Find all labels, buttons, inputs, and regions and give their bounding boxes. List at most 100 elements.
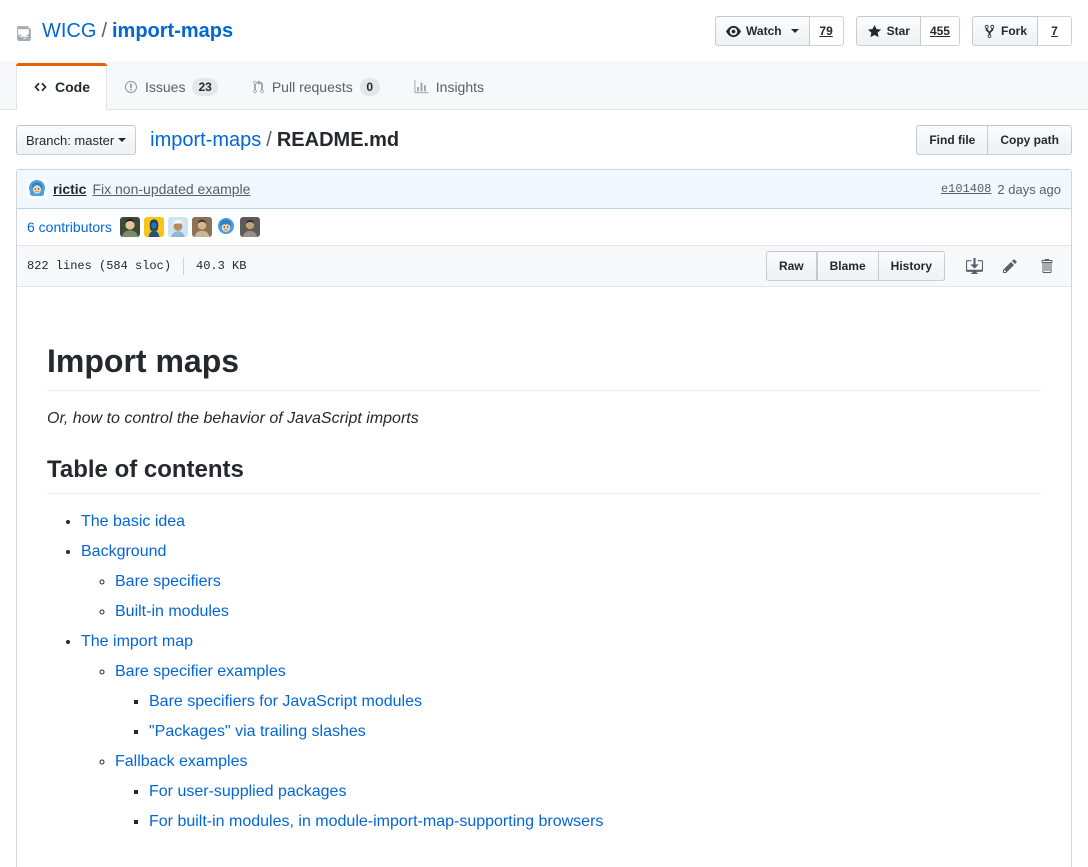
file-meta-divider bbox=[183, 257, 185, 275]
toc-item: Built-in modules bbox=[115, 600, 1041, 624]
contributors-link[interactable]: 6 contributors bbox=[27, 219, 112, 235]
file-content-box: 822 lines (584 sloc) 40.3 KB Raw Blame H… bbox=[16, 246, 1072, 867]
watch-label: Watch bbox=[746, 24, 782, 38]
toc-link[interactable]: Bare specifiers bbox=[115, 573, 221, 590]
contributor-avatar-6[interactable] bbox=[239, 217, 260, 237]
toc-list: The basic ideaBackgroundBare specifiersB… bbox=[47, 510, 1041, 834]
watch-button[interactable]: Watch bbox=[715, 16, 810, 46]
branch-select-button[interactable]: Branch: master bbox=[16, 125, 137, 155]
page-title: Import maps bbox=[47, 341, 1041, 391]
commit-sha[interactable]: e101408 bbox=[941, 182, 991, 196]
trash-icon[interactable] bbox=[1031, 251, 1061, 281]
latest-commit-box: rictic Fix non-updated example e101408 2… bbox=[16, 169, 1072, 246]
toc-item: Bare specifiers bbox=[115, 570, 1041, 594]
contributor-avatar-5[interactable] bbox=[215, 217, 236, 237]
toc-item: Fallback examples For user-supplied packa… bbox=[115, 750, 1041, 834]
file-view-button-group: Raw Blame History bbox=[765, 251, 945, 281]
watch-button-group: Watch 79 bbox=[715, 16, 844, 46]
tab-pull-requests[interactable]: Pull requests 0 bbox=[235, 63, 397, 110]
breadcrumb-filename: README.md bbox=[276, 128, 400, 151]
fork-icon bbox=[983, 24, 996, 39]
history-button[interactable]: History bbox=[878, 251, 945, 281]
repo-book-icon bbox=[16, 24, 33, 41]
readme-subtitle: Or, how to control the behavior of JavaS… bbox=[47, 407, 1041, 431]
tab-issues[interactable]: Issues 23 bbox=[107, 63, 235, 110]
toc-item: For built-in modules, in module-import-m… bbox=[149, 810, 1041, 834]
toc-sublist: Bare specifiers Built-in modules bbox=[81, 570, 1041, 624]
copy-path-button[interactable]: Copy path bbox=[988, 125, 1072, 155]
contributor-avatar-1[interactable] bbox=[119, 217, 140, 237]
commit-message[interactable]: Fix non-updated example bbox=[92, 181, 250, 197]
code-icon bbox=[33, 80, 48, 94]
toc-item: Bare specifier examples Bare specifiers f… bbox=[115, 660, 1041, 744]
tab-code[interactable]: Code bbox=[16, 63, 107, 110]
star-count[interactable]: 455 bbox=[920, 16, 960, 46]
breadcrumb-separator: / bbox=[266, 128, 272, 151]
contributor-avatars bbox=[119, 217, 260, 237]
toc-item: Background Bare specifiers Built-in module… bbox=[81, 540, 1041, 624]
contributor-avatar-2[interactable] bbox=[143, 217, 164, 237]
watch-count[interactable]: 79 bbox=[809, 16, 844, 46]
toc-item: Bare specifiers for JavaScript modules bbox=[149, 690, 1041, 714]
tab-pull-requests-label: Pull requests bbox=[271, 79, 353, 95]
toc-sublist: For user-supplied packages For built-in m… bbox=[115, 780, 1041, 834]
fork-count[interactable]: 7 bbox=[1038, 16, 1072, 46]
chevron-down-icon bbox=[118, 138, 127, 142]
breadcrumb: import-maps / README.md bbox=[150, 129, 399, 152]
pencil-icon[interactable] bbox=[995, 251, 1025, 281]
repo-name-link[interactable]: import-maps bbox=[112, 19, 233, 43]
commit-author-name[interactable]: rictic bbox=[53, 181, 86, 197]
fork-label: Fork bbox=[1000, 24, 1027, 38]
toc-item: The basic idea bbox=[81, 510, 1041, 534]
tab-issues-count: 23 bbox=[192, 78, 218, 96]
file-navigation: Branch: master import-maps / README.md F… bbox=[0, 110, 1088, 169]
latest-commit-left: rictic Fix non-updated example bbox=[27, 179, 250, 199]
toc-link[interactable]: Bare specifier examples bbox=[115, 663, 286, 680]
contributor-avatar-3[interactable] bbox=[167, 217, 188, 237]
tab-insights[interactable]: Insights bbox=[397, 63, 501, 110]
toc-link[interactable]: For user-supplied packages bbox=[149, 783, 346, 800]
star-icon bbox=[867, 24, 882, 39]
breadcrumb-repo-link[interactable]: import-maps bbox=[150, 129, 261, 152]
toc-link[interactable]: Bare specifiers for JavaScript modules bbox=[149, 693, 422, 710]
fork-button[interactable]: Fork bbox=[971, 16, 1038, 46]
repo-social-actions: Watch 79 Star 455 Fork 7 bbox=[715, 16, 1072, 46]
blame-button[interactable]: Blame bbox=[816, 251, 879, 281]
find-file-button[interactable]: Find file bbox=[916, 125, 989, 155]
repo-title: WICG / import-maps bbox=[16, 19, 233, 43]
toc-item: "Packages" via trailing slashes bbox=[149, 720, 1041, 744]
fork-button-group: Fork 7 bbox=[971, 16, 1072, 46]
toc-link[interactable]: Fallback examples bbox=[115, 753, 248, 770]
toc-link[interactable]: Built-in modules bbox=[115, 603, 229, 620]
file-meta-bar: 822 lines (584 sloc) 40.3 KB Raw Blame H… bbox=[17, 246, 1071, 287]
tab-code-label: Code bbox=[55, 79, 90, 95]
toc-link[interactable]: For built-in modules, in module-import-m… bbox=[149, 813, 603, 830]
desktop-download-icon[interactable] bbox=[959, 251, 989, 281]
toc-link[interactable]: The basic idea bbox=[81, 513, 185, 530]
commit-author-avatar[interactable] bbox=[27, 179, 47, 199]
repo-nav-tabs: Code Issues 23 Pull requests 0 Insights bbox=[16, 63, 501, 110]
file-navigation-left: Branch: master import-maps / README.md bbox=[16, 125, 399, 155]
star-label: Star bbox=[886, 24, 910, 38]
issue-opened-icon bbox=[124, 80, 138, 94]
toc-link[interactable]: The import map bbox=[81, 633, 193, 650]
raw-button[interactable]: Raw bbox=[765, 251, 817, 281]
file-meta-info: 822 lines (584 sloc) 40.3 KB bbox=[27, 257, 246, 275]
repo-separator: / bbox=[101, 20, 107, 42]
toc-sublist: Bare specifiers for JavaScript modules "P… bbox=[115, 690, 1041, 744]
contributor-avatar-4[interactable] bbox=[191, 217, 212, 237]
latest-commit-right: e101408 2 days ago bbox=[941, 182, 1061, 197]
tab-issues-label: Issues bbox=[145, 79, 186, 95]
tab-insights-label: Insights bbox=[435, 79, 485, 95]
eye-icon bbox=[726, 24, 742, 39]
star-button[interactable]: Star bbox=[855, 16, 921, 46]
branch-select-label: Branch: master bbox=[26, 132, 115, 148]
toc-link[interactable]: "Packages" via trailing slashes bbox=[149, 723, 366, 740]
repo-header: WICG / import-maps Watch 79 Star 455 For… bbox=[0, 0, 1088, 62]
file-actions: Raw Blame History bbox=[765, 251, 1061, 281]
toc-link[interactable]: Background bbox=[81, 543, 166, 560]
star-button-group: Star 455 bbox=[855, 16, 960, 46]
repo-owner-link[interactable]: WICG bbox=[42, 19, 96, 43]
readme-content: Import maps Or, how to control the behav… bbox=[17, 287, 1071, 867]
commit-date: 2 days ago bbox=[997, 181, 1061, 197]
